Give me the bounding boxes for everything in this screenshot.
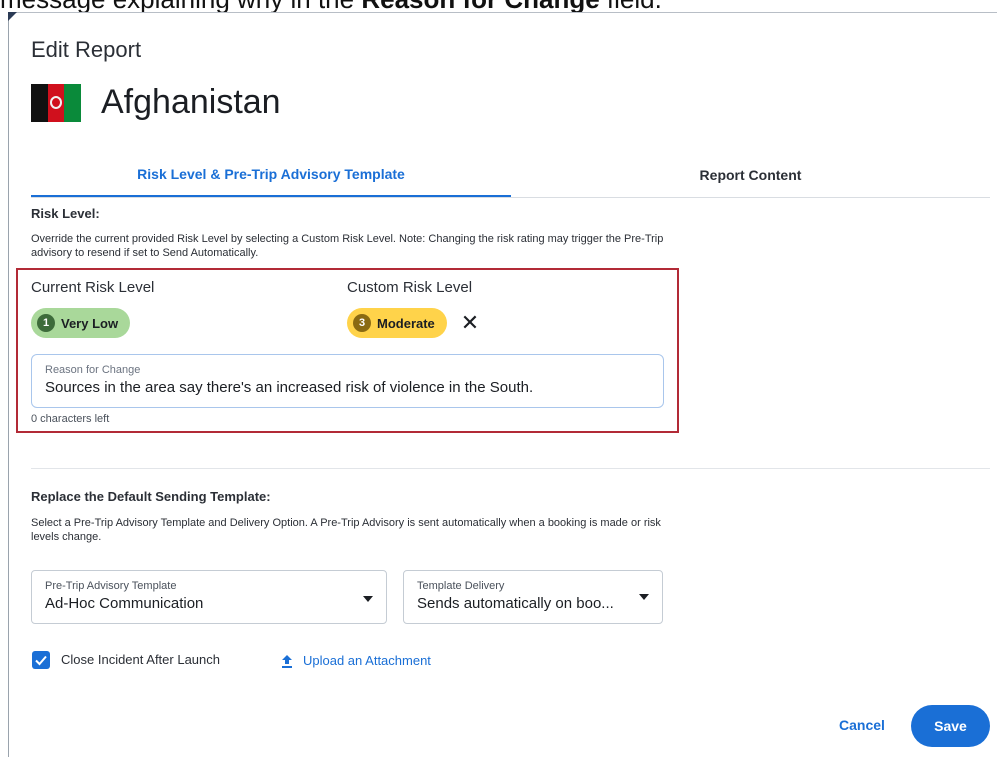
current-risk-badge: 1 Very Low (31, 308, 131, 338)
template-select-value: Ad-Hoc Communication (45, 595, 204, 612)
corner-mark (8, 12, 17, 21)
upload-attachment-label: Upload an Attachment (303, 653, 431, 668)
delivery-select-label: Template Delivery (417, 580, 505, 592)
section-divider (31, 468, 990, 469)
characters-left-counter: 0 characters left (31, 413, 110, 425)
tab-risk-level[interactable]: Risk Level & Pre-Trip Advisory Template (31, 153, 511, 197)
risk-level-heading: Risk Level: (31, 206, 100, 221)
cancel-button[interactable]: Cancel (839, 716, 885, 734)
risk-level-description: Override the current provided Risk Level… (31, 233, 664, 259)
template-heading: Replace the Default Sending Template: (31, 489, 271, 504)
template-select-label: Pre-Trip Advisory Template (45, 580, 177, 592)
edit-report-modal: Edit Report Afghanistan Risk Level & Pre… (8, 12, 997, 757)
risk-number-badge: 1 (37, 314, 55, 332)
instruction-caption: message explaining why in the Reason for… (0, 0, 997, 12)
checkmark-icon (35, 655, 47, 666)
tab-report-content[interactable]: Report Content (511, 153, 990, 197)
risk-number-badge: 3 (353, 314, 371, 332)
upload-attachment-link[interactable]: Upload an Attachment (281, 652, 431, 670)
save-button[interactable]: Save (911, 705, 990, 747)
template-delivery-select[interactable]: Template Delivery Sends automatically on… (403, 570, 663, 624)
reason-field-label: Reason for Change (45, 364, 141, 376)
chevron-down-icon (363, 596, 373, 602)
delivery-select-value: Sends automatically on boo... (417, 595, 614, 612)
upload-icon (282, 655, 292, 668)
reason-field-value[interactable]: Sources in the area say there's an incre… (45, 379, 650, 396)
chevron-down-icon (639, 594, 649, 600)
clear-custom-risk-close-icon[interactable]: ✕ (459, 310, 481, 336)
country-header: Afghanistan (31, 83, 281, 122)
template-description: Select a Pre-Trip Advisory Template and … (31, 517, 661, 543)
custom-risk-label: Custom Risk Level (347, 279, 473, 296)
current-risk-value: Very Low (61, 315, 119, 331)
tab-bar: Risk Level & Pre-Trip Advisory Template … (31, 153, 990, 198)
close-incident-checkbox[interactable] (32, 651, 50, 669)
custom-risk-badge[interactable]: 3 Moderate (347, 308, 447, 338)
pre-trip-template-select[interactable]: Pre-Trip Advisory Template Ad-Hoc Commun… (31, 570, 387, 624)
country-name: Afghanistan (101, 83, 281, 121)
custom-risk-value: Moderate (377, 315, 435, 331)
current-risk-label: Current Risk Level (31, 279, 155, 296)
modal-title: Edit Report (31, 37, 142, 62)
reason-for-change-field[interactable]: Reason for Change Sources in the area sa… (31, 354, 664, 408)
afghanistan-flag-icon (31, 83, 81, 122)
close-incident-label[interactable]: Close Incident After Launch (61, 651, 220, 669)
